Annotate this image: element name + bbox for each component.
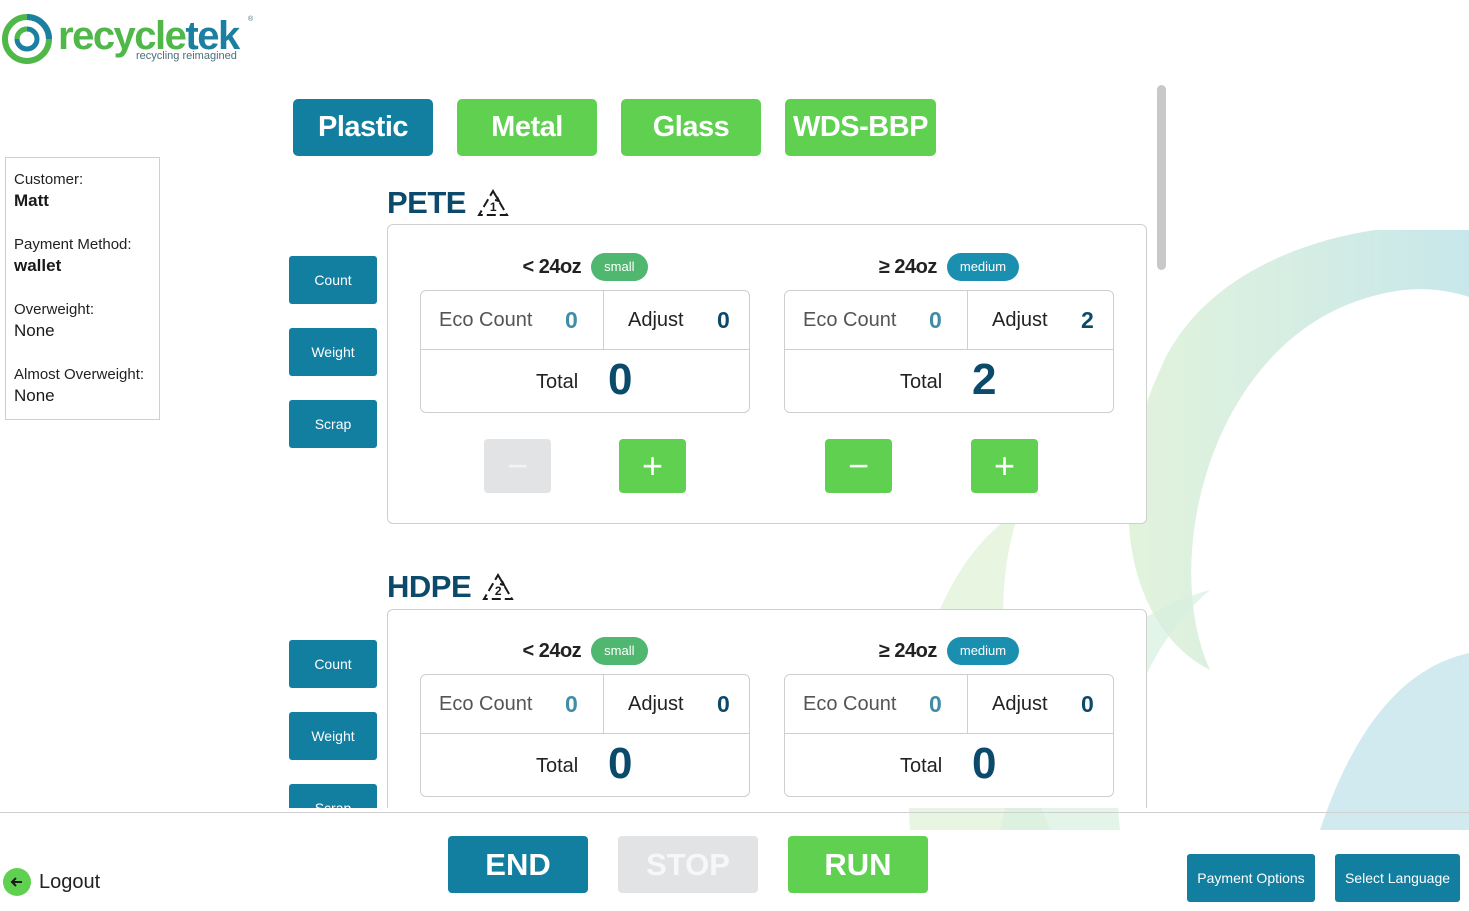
material-card-hdpe: < 24oz small Eco Count 0 Adjust 0 Total … — [387, 609, 1147, 808]
almost-overweight-value: None — [14, 386, 55, 405]
section-title-pete: PETE 1 — [387, 185, 510, 221]
eco-count-label: Eco Count — [803, 693, 897, 715]
adjust-value: 0 — [717, 691, 730, 717]
size-label: ≥ 24oz — [878, 639, 938, 662]
recycletek-logo: recycletek ® recycling reimagined — [0, 12, 260, 66]
adjust-value: 0 — [717, 307, 730, 333]
adjust-label: Adjust — [992, 309, 1048, 331]
size-label: < 24oz — [522, 639, 582, 662]
recycle-code-text: 1 — [490, 200, 497, 214]
payment-method-label: Payment Method: — [14, 236, 132, 253]
overweight-label: Overweight: — [14, 301, 95, 318]
material-name: HDPE — [387, 569, 472, 604]
bottom-divider — [0, 812, 1469, 813]
adjust-label: Adjust — [628, 693, 684, 715]
material-card-pete: < 24oz small Eco Count 0 Adjust 0 Total … — [387, 224, 1147, 524]
size-label: < 24oz — [522, 255, 582, 278]
count-box-medium: Eco Count 0 Adjust 2 Total 2 — [784, 290, 1114, 413]
total-value: 0 — [972, 739, 997, 788]
logout-label: Logout — [39, 870, 101, 893]
size-label: ≥ 24oz — [878, 255, 938, 278]
adjust-label: Adjust — [628, 309, 684, 331]
scrap-button-pete[interactable]: Scrap — [289, 400, 377, 448]
swirl-logo-icon — [2, 14, 52, 64]
size-header-small: < 24oz small — [420, 636, 750, 666]
eco-count-label: Eco Count — [439, 693, 533, 715]
recycle-code-text: 2 — [495, 584, 502, 598]
end-button[interactable]: END — [448, 836, 588, 893]
size-header-small: < 24oz small — [420, 252, 750, 282]
eco-count-value: 0 — [565, 307, 578, 333]
total-label: Total — [536, 755, 579, 777]
size-header-medium: ≥ 24oz medium — [784, 636, 1114, 666]
tab-glass[interactable]: Glass — [621, 99, 761, 156]
customer-label: Customer: — [14, 171, 84, 188]
total-value: 0 — [608, 355, 633, 404]
count-box-small: Eco Count 0 Adjust 0 Total 0 — [420, 674, 750, 797]
recycle-code-2-icon: 2 — [482, 573, 514, 600]
logout-button[interactable]: Logout — [3, 868, 100, 896]
total-label: Total — [900, 371, 943, 393]
eco-count-value: 0 — [929, 307, 942, 333]
total-label: Total — [900, 755, 943, 777]
size-badge-small: small — [591, 637, 648, 665]
total-value: 0 — [608, 739, 633, 788]
recycle-code-1-icon: 1 — [477, 189, 509, 216]
count-button-hdpe[interactable]: Count — [289, 640, 377, 688]
count-button-pete[interactable]: Count — [289, 256, 377, 304]
size-badge-medium: medium — [946, 253, 1020, 281]
increment-button-medium[interactable]: + — [971, 439, 1038, 493]
materials-scroll-area[interactable]: PETE 1 Count Weight Scrap < 24oz small E… — [280, 160, 1160, 808]
adjust-value: 2 — [1081, 307, 1094, 333]
logo-registered-mark: ® — [248, 16, 254, 23]
stop-button[interactable]: STOP — [618, 836, 758, 893]
almost-overweight-label: Almost Overweight: — [14, 366, 145, 383]
decrement-button-medium[interactable]: − — [825, 439, 892, 493]
eco-count-label: Eco Count — [803, 309, 897, 331]
arrow-left-icon — [3, 868, 31, 896]
eco-count-value: 0 — [929, 691, 942, 717]
count-box-small: Eco Count 0 Adjust 0 Total 0 — [420, 290, 750, 413]
total-value: 2 — [972, 355, 997, 404]
size-badge-small: small — [591, 253, 648, 281]
logo-tagline: recycling reimagined — [136, 50, 237, 62]
count-box-medium: Eco Count 0 Adjust 0 Total 0 — [784, 674, 1114, 797]
adjust-label: Adjust — [992, 693, 1048, 715]
scrap-button-hdpe[interactable]: Scrap — [289, 784, 377, 808]
select-language-button[interactable]: Select Language — [1335, 854, 1460, 902]
tab-metal[interactable]: Metal — [457, 99, 597, 156]
weight-button-hdpe[interactable]: Weight — [289, 712, 377, 760]
customer-value: Matt — [14, 191, 49, 210]
customer-info-panel: Customer: Matt Payment Method: wallet Ov… — [5, 157, 160, 420]
eco-count-value: 0 — [565, 691, 578, 717]
material-name: PETE — [387, 185, 466, 220]
size-header-medium: ≥ 24oz medium — [784, 252, 1114, 282]
weight-button-pete[interactable]: Weight — [289, 328, 377, 376]
decrement-button-small[interactable]: − — [484, 439, 551, 493]
payment-options-button[interactable]: Payment Options — [1187, 854, 1315, 902]
eco-count-label: Eco Count — [439, 309, 533, 331]
increment-button-small[interactable]: + — [619, 439, 686, 493]
section-title-hdpe: HDPE 2 — [387, 569, 515, 605]
tab-plastic[interactable]: Plastic — [293, 99, 433, 156]
run-button[interactable]: RUN — [788, 836, 928, 893]
adjust-value: 0 — [1081, 691, 1094, 717]
size-badge-medium: medium — [946, 637, 1020, 665]
total-label: Total — [536, 371, 579, 393]
overweight-value: None — [14, 321, 55, 340]
payment-method-value: wallet — [14, 256, 62, 275]
tab-wds-bbp[interactable]: WDS-BBP — [785, 99, 936, 156]
